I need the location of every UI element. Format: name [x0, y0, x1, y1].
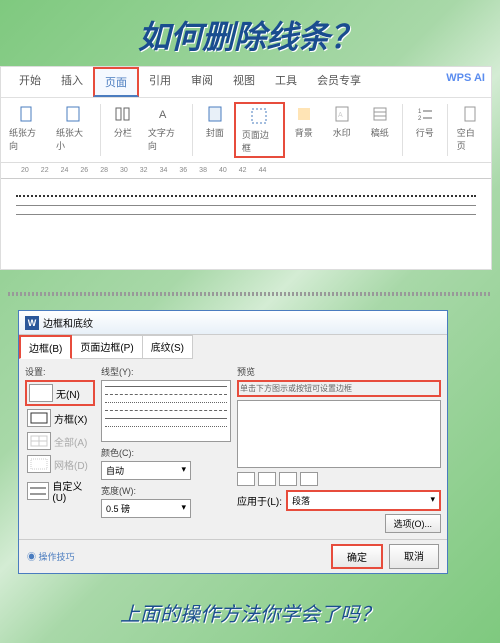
pv-btn-2[interactable]: [258, 472, 276, 486]
style-column: 线型(Y): 颜色(C): 自动▾ 宽度(W): 0.5 磅▾: [101, 365, 231, 533]
svg-text:A: A: [159, 109, 167, 121]
pv-btn-4[interactable]: [300, 472, 318, 486]
tool-lineno[interactable]: 12行号: [406, 102, 444, 158]
style-label: 线型(Y):: [101, 365, 231, 378]
toolbar: 纸张方向 纸张大小 分栏 A文字方向 封面 页面边框 背景 A水印 稿纸 12行…: [1, 98, 491, 163]
word-icon: W: [25, 316, 39, 330]
tab-page[interactable]: 页面: [93, 67, 139, 97]
opt-all[interactable]: 全部(A): [25, 430, 95, 452]
tool-orient[interactable]: 纸张方向: [3, 102, 50, 158]
orient-icon: [16, 104, 36, 124]
tips-link[interactable]: ◉ 操作技巧: [27, 550, 75, 563]
apply-row: 应用于(L): 段落▾: [237, 490, 441, 511]
app-window: 开始 插入 页面 引用 审阅 视图 工具 会员专享 WPS AI 纸张方向 纸张…: [0, 66, 492, 270]
tool-manuscript[interactable]: 稿纸: [361, 102, 399, 158]
width-select[interactable]: 0.5 磅▾: [101, 499, 191, 518]
tool-bg[interactable]: 背景: [285, 102, 323, 158]
dlg-tab-page[interactable]: 页面边框(P): [71, 335, 142, 359]
border-icon: [249, 106, 269, 126]
none-icon: [29, 384, 53, 402]
tab-insert[interactable]: 插入: [51, 67, 93, 97]
preview-hint: 单击下方图示或按钮可设置边框: [237, 380, 441, 397]
dialog-footer: ◉ 操作技巧 确定 取消: [19, 539, 447, 573]
dotted-line: [16, 195, 476, 197]
custom-icon: [27, 482, 49, 500]
wavy-line: [8, 292, 492, 296]
bg-icon: [294, 104, 314, 124]
preview-column: 预览 单击下方图示或按钮可设置边框 应用于(L): 段落▾ 选项(O)...: [237, 365, 441, 533]
pv-btn-1[interactable]: [237, 472, 255, 486]
page-title: 如何删除线条？: [0, 0, 500, 66]
opt-custom[interactable]: 自定义(U): [25, 476, 95, 506]
tab-review[interactable]: 审阅: [181, 67, 223, 97]
opt-box[interactable]: 方框(X): [25, 407, 95, 429]
lineno-icon: 12: [415, 104, 435, 124]
chevron-down-icon: ▾: [181, 502, 186, 515]
borders-dialog: W 边框和底纹 边框(B) 页面边框(P) 底纹(S) 设置: 无(N) 方框(…: [18, 310, 448, 574]
tab-start[interactable]: 开始: [9, 67, 51, 97]
watermark-icon: A: [332, 104, 352, 124]
solid-line-1: [16, 205, 476, 206]
svg-text:A: A: [338, 112, 343, 119]
ok-button[interactable]: 确定: [331, 544, 383, 569]
tab-tools[interactable]: 工具: [265, 67, 307, 97]
dlg-tab-border[interactable]: 边框(B): [19, 335, 72, 359]
chevron-down-icon: ▾: [181, 464, 186, 477]
box-icon: [27, 409, 51, 427]
blank-icon: [460, 104, 480, 124]
preview-box[interactable]: [237, 400, 441, 468]
preview-buttons: [237, 472, 441, 486]
ruler: 20222426283032343638404244: [1, 163, 491, 179]
svg-text:1: 1: [418, 109, 422, 115]
tool-page-border[interactable]: 页面边框: [234, 102, 285, 158]
cover-icon: [205, 104, 225, 124]
tool-watermark[interactable]: A水印: [323, 102, 361, 158]
line-style-list[interactable]: [101, 380, 231, 442]
color-select[interactable]: 自动▾: [101, 461, 191, 480]
tool-size[interactable]: 纸张大小: [50, 102, 97, 158]
dialog-titlebar: W 边框和底纹: [19, 311, 447, 335]
tab-member[interactable]: 会员专享: [307, 67, 371, 97]
apply-select[interactable]: 段落▾: [286, 490, 441, 511]
dialog-body: 设置: 无(N) 方框(X) 全部(A) 网格(D) 自定义(U) 线型(Y):…: [19, 359, 447, 539]
wps-ai[interactable]: WPS AI: [436, 67, 491, 97]
tool-cover[interactable]: 封面: [196, 102, 234, 158]
tab-ref[interactable]: 引用: [139, 67, 181, 97]
ribbon-tabs: 开始 插入 页面 引用 审阅 视图 工具 会员专享 WPS AI: [1, 67, 491, 98]
document-area[interactable]: [1, 179, 491, 269]
width-label: 宽度(W):: [101, 484, 231, 497]
dialog-title-text: 边框和底纹: [43, 315, 93, 330]
settings-column: 设置: 无(N) 方框(X) 全部(A) 网格(D) 自定义(U): [25, 365, 95, 533]
all-icon: [27, 432, 51, 450]
dialog-buttons: 确定 取消: [331, 544, 439, 569]
chevron-down-icon: ▾: [430, 494, 435, 507]
tool-blank[interactable]: 空白页: [451, 102, 489, 158]
pv-btn-3[interactable]: [279, 472, 297, 486]
color-label: 颜色(C):: [101, 446, 231, 459]
svg-text:2: 2: [418, 116, 422, 122]
manuscript-icon: [370, 104, 390, 124]
textdir-icon: A: [155, 104, 175, 124]
size-icon: [63, 104, 83, 124]
opt-none[interactable]: 无(N): [25, 380, 95, 406]
solid-line-2: [16, 214, 476, 215]
tool-columns[interactable]: 分栏: [104, 102, 142, 158]
dlg-tab-shading[interactable]: 底纹(S): [142, 335, 193, 359]
tab-view[interactable]: 视图: [223, 67, 265, 97]
cancel-button[interactable]: 取消: [389, 544, 439, 569]
tool-textdir[interactable]: A文字方向: [142, 102, 189, 158]
grid-icon: [27, 455, 51, 473]
columns-icon: [113, 104, 133, 124]
preview-label: 预览: [237, 365, 441, 378]
settings-label: 设置:: [25, 365, 95, 378]
dialog-tabs: 边框(B) 页面边框(P) 底纹(S): [19, 335, 447, 359]
opt-grid[interactable]: 网格(D): [25, 453, 95, 475]
apply-label: 应用于(L):: [237, 493, 282, 508]
options-button[interactable]: 选项(O)...: [385, 514, 442, 533]
footer-text: 上面的操作方法你学会了吗？: [0, 574, 500, 637]
